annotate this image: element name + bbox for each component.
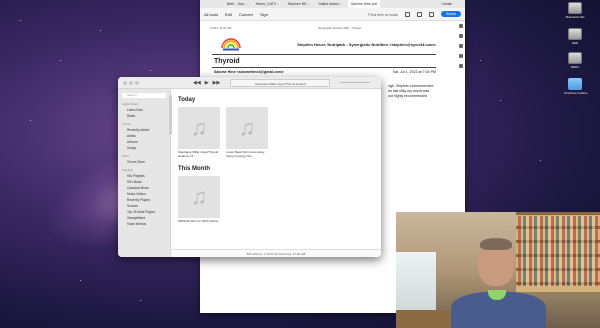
bookmark-icon[interactable]: [458, 34, 463, 38]
tab-active-pdf[interactable]: Salome Hine.pdf: [347, 0, 380, 8]
music-note-icon: ♫: [178, 107, 220, 149]
tab-2[interactable]: Heuer_CATV...: [253, 2, 282, 6]
section-heading: This Month: [178, 166, 210, 173]
desktop-icon-label: OneDrive Folders: [564, 91, 588, 95]
share-button[interactable]: Share: [440, 11, 461, 17]
create-button[interactable]: Create: [438, 2, 455, 6]
rewind-icon[interactable]: ◀◀: [193, 80, 201, 86]
sidebar-section-title: Apple Music: [122, 102, 139, 106]
books: [518, 216, 598, 286]
sidebar-section-title: Playlists: [122, 168, 134, 172]
print-timestamp: 7/4/23, 12:47 PM: [210, 26, 232, 30]
hard-drive-icon: [568, 2, 582, 14]
comment-icon[interactable]: [458, 24, 463, 28]
music-note-icon: ♫: [226, 107, 268, 149]
find-input[interactable]: Find text or tools: [368, 12, 398, 17]
email-date: Sat, Jul 1, 2023 at 7:04 PM: [392, 70, 436, 74]
desktop-icon-disk[interactable]: RED: [564, 28, 586, 45]
all-tools-button[interactable]: All tools: [204, 12, 218, 17]
edit-button[interactable]: Edit: [225, 12, 232, 17]
background-window: [396, 252, 436, 312]
desktop-icon-label: RED: [571, 41, 579, 45]
album-title: 2960mHUSC Inc NZTh Kaboo: [178, 219, 219, 224]
album-tile[interactable]: ♫ Lower Back Pain Goes Away Using Synerg…: [226, 107, 268, 158]
folder-icon: [568, 78, 582, 90]
desktop-icon-label: Macintosh HD: [565, 15, 585, 19]
play-icon[interactable]: ▶: [205, 80, 209, 86]
wallpaper-star: [140, 300, 141, 301]
minimize-button[interactable]: [129, 80, 133, 85]
music-sidebar: Search Apple Music Listen Now Radio Libr…: [118, 89, 171, 257]
wallpaper-star: [20, 20, 21, 21]
wallpaper-star: [60, 60, 61, 61]
album-title: Stephanie Miller Hypo/Thyroid Healed in …: [178, 150, 219, 158]
body-line: uld highly recommended: [388, 94, 428, 98]
tab-1[interactable]: Beth - Topi...: [224, 2, 250, 6]
close-button[interactable]: [123, 80, 127, 85]
now-playing-display: Stephanie Miller Hypo/Thyroid Healed: [230, 78, 331, 87]
divider: [212, 54, 436, 55]
volume-slider[interactable]: [340, 82, 371, 83]
synergistic-nutrition-logo: [221, 38, 241, 51]
search-icon[interactable]: [404, 11, 410, 17]
email-from: Salome Hine <salomehine4@gmail.com>: [214, 70, 284, 74]
webcam-feed: [396, 212, 600, 328]
album-title: Lower Back Pain Goes Away Using Synergy …: [226, 150, 265, 158]
print-header: Synergistic Nutrition Mail - Thyroid: [318, 26, 361, 30]
album-tile[interactable]: ♫ 2960mHUSC Inc NZTh Kaboo: [178, 176, 220, 224]
hard-drive-icon: [568, 52, 582, 64]
forward-icon[interactable]: ▶▶: [213, 80, 221, 86]
divider: [212, 67, 436, 68]
person-hair: [480, 238, 512, 250]
grid-icon[interactable]: [458, 44, 463, 48]
album-grid: Today ♫ Stephanie Miller Hypo/Thyroid He…: [178, 97, 373, 249]
sidebar-item[interactable]: iTunes Store: [122, 159, 166, 165]
music-window: ◀◀ ▶ ▶▶ Stephanie Miller Hypo/Thyroid He…: [118, 77, 381, 257]
wallpaper-star: [100, 30, 101, 31]
tab-4[interactable]: Saline Ashen...: [316, 2, 345, 6]
sidebar-scrollbar[interactable]: [169, 95, 172, 135]
sidebar-item[interactable]: Radio: [122, 113, 166, 119]
zoom-button[interactable]: [135, 80, 139, 85]
wallpaper-star: [540, 160, 541, 161]
email-body: ngh. Stephen recommended ns last May my …: [388, 84, 433, 99]
sidebar-item[interactable]: Voice Memos: [122, 221, 166, 227]
sign-button[interactable]: Sign: [260, 12, 268, 17]
settings-icon[interactable]: [458, 64, 463, 68]
pdf-toolbar: All tools Edit Convert Sign Find text or…: [200, 8, 465, 21]
pdf-side-toolbar: [456, 22, 465, 82]
wallpaper-star: [150, 70, 151, 71]
sidebar-section-title: Store: [122, 154, 130, 158]
library-status: 606 albums, 7:18:43:10 total time, 17.69…: [171, 249, 381, 257]
sidebar-item[interactable]: Songs: [122, 145, 166, 151]
convert-button[interactable]: Convert: [239, 12, 253, 17]
sidebar-section-title: Library: [122, 122, 132, 126]
desktop-icon-disk[interactable]: Macintosh HD: [564, 2, 586, 19]
author-line: Stephen Heuer, Nutripath - Synergistic N…: [297, 42, 436, 47]
album-tile[interactable]: ♫ Stephanie Miller Hypo/Thyroid Healed i…: [178, 107, 220, 158]
search-input[interactable]: Search: [122, 93, 166, 98]
layers-icon[interactable]: [458, 54, 463, 58]
desktop-icon-disk[interactable]: RED2: [564, 52, 586, 69]
music-note-icon: ♫: [178, 176, 220, 219]
document-title: Thyroid: [214, 58, 240, 65]
section-heading: Today: [178, 97, 196, 103]
desktop-icon-label: RED2: [570, 65, 579, 69]
hard-drive-icon: [568, 28, 582, 40]
wallpaper-star: [30, 120, 31, 121]
tab-bar: Beth - Topi... Heuer_CATV... Stephen HE.…: [200, 0, 465, 8]
table: [396, 310, 456, 328]
desktop-icon-folder[interactable]: OneDrive Folders: [564, 78, 588, 95]
wallpaper-star: [80, 280, 81, 281]
mail-icon[interactable]: [428, 11, 434, 17]
music-titlebar: ◀◀ ▶ ▶▶ Stephanie Miller Hypo/Thyroid He…: [118, 77, 381, 89]
wallpaper-star: [480, 60, 481, 61]
wallpaper-star: [500, 100, 501, 101]
print-icon[interactable]: [416, 11, 422, 17]
tab-3[interactable]: Stephen HE...: [285, 2, 313, 6]
transport-controls: ◀◀ ▶ ▶▶: [193, 80, 220, 86]
